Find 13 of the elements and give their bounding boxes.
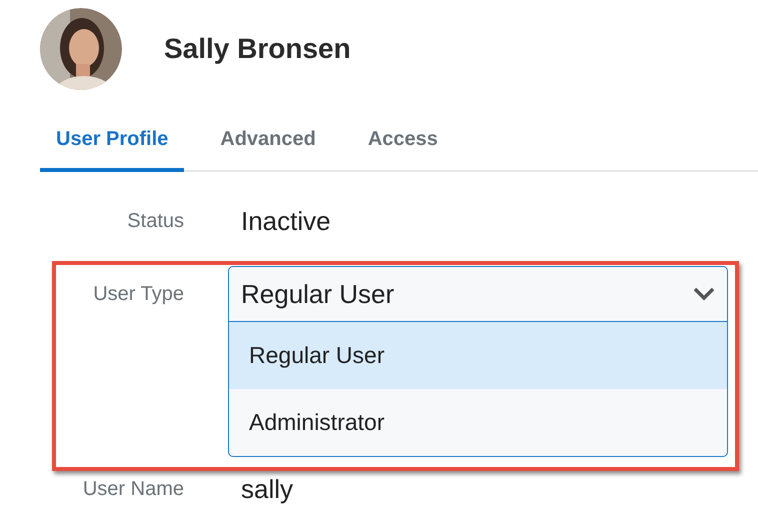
chevron-icon: [693, 287, 715, 301]
user-type-select[interactable]: Regular User: [228, 266, 728, 322]
dropdown-option[interactable]: Regular User: [229, 322, 727, 389]
user-name: Sally Bronsen: [164, 32, 351, 66]
tab[interactable]: Access: [352, 110, 454, 172]
field-value: Inactive: [241, 208, 331, 234]
tab[interactable]: User Profile: [40, 110, 184, 172]
field-label: User Type: [92, 282, 184, 304]
field-label: Status: [126, 211, 184, 231]
field-label: User Name: [82, 479, 184, 499]
field-value: sally: [241, 476, 294, 502]
tab[interactable]: Advanced: [204, 110, 332, 172]
dropdown-option[interactable]: Administrator: [229, 389, 727, 456]
